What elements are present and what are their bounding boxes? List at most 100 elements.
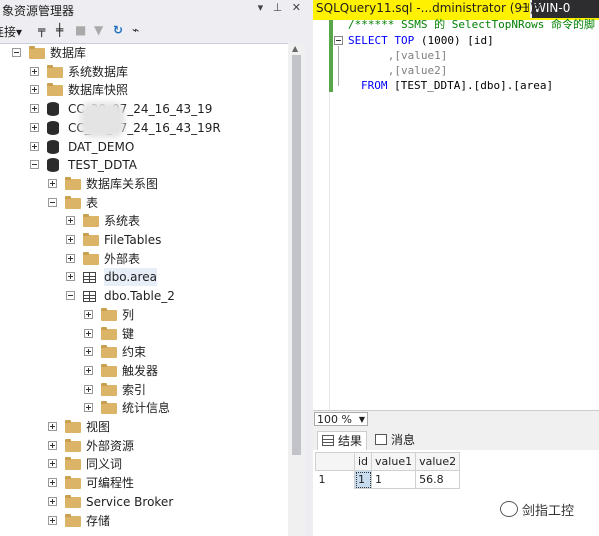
- tree-scrollbar-thumb[interactable]: [292, 55, 301, 455]
- tree-item[interactable]: 外部表: [0, 250, 288, 268]
- tree-item[interactable]: DAT_DEMO: [0, 138, 288, 156]
- table-icon: [83, 291, 96, 303]
- tree-item[interactable]: 列: [0, 306, 288, 324]
- pin-icon[interactable]: ⊥: [273, 1, 283, 14]
- collapse-icon[interactable]: [66, 291, 75, 301]
- expand-icon[interactable]: [30, 104, 39, 114]
- disconnect-icon[interactable]: ╪: [56, 23, 63, 37]
- expand-icon[interactable]: [48, 496, 57, 506]
- tree-item[interactable]: 触发器: [0, 362, 288, 380]
- folder-icon: [101, 382, 117, 396]
- folder-icon: [101, 345, 117, 359]
- expand-icon[interactable]: [30, 141, 39, 151]
- tree-item[interactable]: CC_20_07_24_16_43_19R: [0, 119, 288, 137]
- collapse-icon[interactable]: [48, 197, 57, 207]
- collapse-toggle-icon[interactable]: [334, 36, 343, 45]
- expand-icon[interactable]: [48, 515, 57, 525]
- database-icon: [47, 139, 59, 154]
- expand-icon[interactable]: [48, 440, 57, 450]
- code-line-value2: ,[value2]: [348, 64, 448, 77]
- grid-corner[interactable]: [315, 452, 355, 471]
- tree-item-label: 视图: [86, 420, 111, 434]
- column-header-value1[interactable]: value1: [371, 452, 417, 471]
- expand-icon[interactable]: [84, 309, 93, 319]
- tree-item[interactable]: 存储: [0, 512, 288, 530]
- tree-item[interactable]: 数据库关系图: [0, 175, 288, 193]
- column-header-id[interactable]: id: [353, 452, 373, 471]
- collapse-icon[interactable]: [12, 48, 21, 57]
- folder-icon: [65, 513, 81, 527]
- folder-icon: [83, 251, 99, 265]
- database-icon: [47, 158, 59, 173]
- watermark: 剑指工控: [500, 500, 574, 519]
- tree-item[interactable]: 表: [0, 194, 288, 212]
- expand-icon[interactable]: [84, 403, 93, 413]
- tree-item[interactable]: dbo.Table_2: [0, 287, 288, 305]
- tree-item-label: 可编程性: [86, 476, 135, 491]
- tree-scrollbar[interactable]: ▲: [288, 43, 305, 536]
- tree-item[interactable]: 外部资源: [0, 437, 288, 455]
- row-number[interactable]: 1: [316, 471, 355, 489]
- close-icon[interactable]: ✕: [292, 1, 301, 14]
- expand-icon[interactable]: [30, 85, 39, 95]
- expand-icon[interactable]: [84, 384, 93, 394]
- tab-pin-close-icons[interactable]: ⊣ ✕: [520, 1, 542, 14]
- cell-value2[interactable]: 56.8: [415, 470, 461, 489]
- tree-item[interactable]: 数据库快照: [0, 81, 288, 99]
- expand-icon[interactable]: [30, 122, 39, 132]
- window-position-icon[interactable]: ▾: [258, 1, 264, 14]
- tree-item[interactable]: 数据库: [0, 44, 288, 62]
- tree-item[interactable]: 可编程性: [0, 474, 288, 492]
- tree-item[interactable]: 索引: [0, 381, 288, 399]
- activity-monitor-icon[interactable]: ⌁: [132, 23, 139, 37]
- expand-icon[interactable]: [48, 422, 57, 431]
- refresh-icon[interactable]: ↻: [113, 23, 123, 37]
- panel-splitter[interactable]: [305, 0, 313, 536]
- tree-item[interactable]: 统计信息: [0, 399, 288, 417]
- expand-icon[interactable]: [48, 478, 57, 488]
- expand-icon[interactable]: [84, 347, 93, 357]
- expand-icon[interactable]: [66, 253, 75, 263]
- tree-item-label: 约束: [122, 345, 147, 360]
- tree-item[interactable]: 约束: [0, 343, 288, 361]
- tree-item[interactable]: FileTables: [0, 231, 288, 249]
- tree-item[interactable]: dbo.area: [0, 268, 288, 287]
- tree-item[interactable]: 系统数据库: [0, 63, 288, 81]
- tab-results[interactable]: 结果: [317, 431, 368, 450]
- collapse-icon[interactable]: [30, 160, 39, 170]
- results-tabstrip: 结果 消息: [313, 428, 599, 450]
- connect-icon[interactable]: ╤: [38, 23, 45, 37]
- tree-item[interactable]: Service Broker: [0, 493, 288, 511]
- tab-sqlquery11[interactable]: SQLQuery11.sql -...dministrator (91)): [313, 0, 539, 18]
- cell-id[interactable]: 1: [353, 470, 373, 489]
- object-explorer-titlebar: 象资源管理器 ▾ ⊥ ✕: [0, 0, 305, 19]
- redacted-blur: [80, 102, 125, 138]
- tree-item[interactable]: 键: [0, 325, 288, 343]
- zoom-dropdown[interactable]: 100 % ▼: [314, 412, 368, 426]
- tree-item-label: TEST_DDTA: [68, 158, 137, 173]
- expand-icon[interactable]: [48, 459, 57, 469]
- folder-icon: [47, 83, 63, 97]
- folder-icon: [47, 64, 63, 78]
- column-header-value2[interactable]: value2: [415, 452, 461, 471]
- expand-icon[interactable]: [48, 178, 57, 188]
- expand-icon[interactable]: [66, 272, 75, 282]
- connect-button[interactable]: 连接▾: [0, 23, 22, 40]
- object-explorer-tree: 数据库 系统数据库 数据库快照 CC_20_07_24_16_43_19 CC_20_0…: [0, 43, 288, 536]
- stop-icon[interactable]: ■: [75, 23, 86, 37]
- tab-messages[interactable]: 消息: [371, 431, 419, 449]
- expand-icon[interactable]: [66, 235, 75, 244]
- tree-item-label: Service Broker: [86, 494, 174, 509]
- tree-item[interactable]: 同义词: [0, 455, 288, 473]
- tree-item-label: dbo.area: [104, 268, 157, 287]
- tree-item[interactable]: 视图: [0, 418, 288, 436]
- expand-icon[interactable]: [84, 365, 93, 375]
- expand-icon[interactable]: [84, 328, 93, 338]
- cell-value1[interactable]: 1: [371, 470, 417, 489]
- filter-icon[interactable]: ▼: [94, 23, 103, 37]
- tree-item[interactable]: CC_20_07_24_16_43_19: [0, 100, 288, 118]
- tree-item[interactable]: TEST_DDTA: [0, 156, 288, 174]
- expand-icon[interactable]: [30, 66, 39, 76]
- tree-item[interactable]: 系统表: [0, 212, 288, 230]
- expand-icon[interactable]: [66, 216, 75, 226]
